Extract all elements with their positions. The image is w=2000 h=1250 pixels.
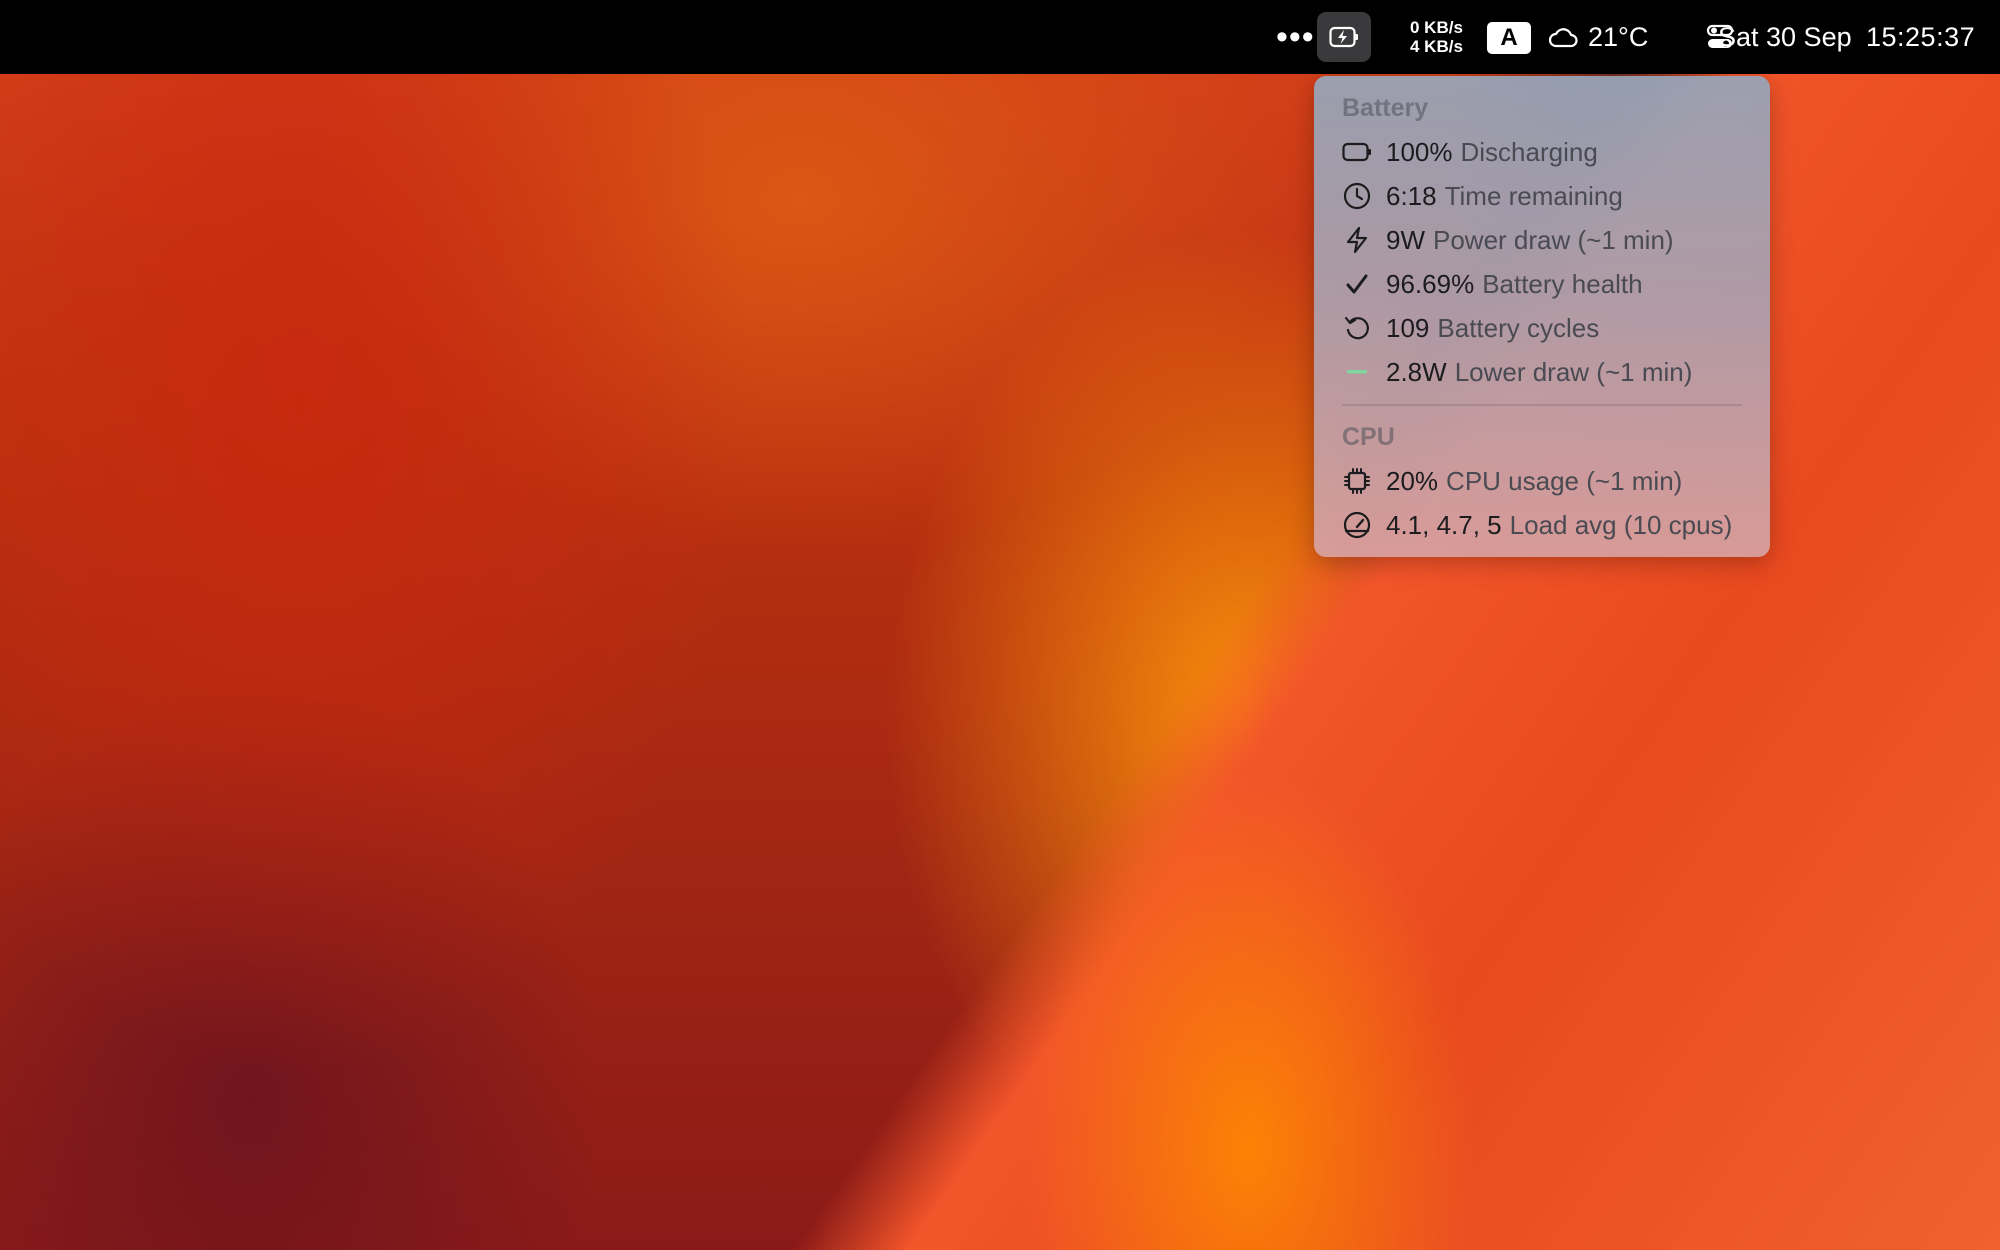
menubar-date[interactable]: Sat 30 Sep bbox=[1718, 0, 1852, 74]
network-speed-widget[interactable]: 0 KB/s 4 KB/s bbox=[1410, 0, 1463, 74]
battery-row-cycles: 109 Battery cycles bbox=[1342, 310, 1599, 346]
battery-row-time-remaining: 6:18 Time remaining bbox=[1342, 178, 1623, 214]
battery-charging-icon bbox=[1329, 26, 1359, 48]
dash-icon bbox=[1342, 357, 1372, 387]
cpu-section-title: CPU bbox=[1342, 423, 1395, 451]
net-up-speed: 4 KB/s bbox=[1410, 37, 1463, 56]
cycle-icon bbox=[1342, 313, 1372, 343]
row-label: Battery health bbox=[1482, 268, 1643, 299]
battery-icon bbox=[1342, 137, 1372, 167]
battery-row-charge: 100% Discharging bbox=[1342, 134, 1598, 170]
row-value: 96.69% bbox=[1386, 268, 1475, 299]
battery-status-popover: Battery 100% Discharging 6:18 Time remai… bbox=[1314, 76, 1770, 557]
gauge-icon bbox=[1342, 510, 1372, 540]
row-value: 9W bbox=[1386, 224, 1425, 255]
chip-icon bbox=[1342, 466, 1372, 496]
row-label: Lower draw (~1 min) bbox=[1454, 356, 1693, 387]
ellipsis-icon[interactable]: ••• bbox=[1276, 0, 1315, 74]
row-value: 109 bbox=[1386, 312, 1430, 343]
cpu-row-usage: 20% CPU usage (~1 min) bbox=[1342, 463, 1682, 499]
checkmark-icon bbox=[1342, 269, 1372, 299]
row-label: Battery cycles bbox=[1437, 312, 1600, 343]
row-value: 2.8W bbox=[1386, 356, 1447, 387]
weather-widget[interactable]: 21°C bbox=[1548, 0, 1648, 74]
bolt-icon bbox=[1342, 225, 1372, 255]
row-label: Power draw (~1 min) bbox=[1433, 224, 1674, 255]
row-label: CPU usage (~1 min) bbox=[1446, 465, 1683, 496]
input-source-indicator[interactable]: A bbox=[1487, 22, 1531, 54]
battery-row-health: 96.69% Battery health bbox=[1342, 266, 1643, 302]
row-value: 100% bbox=[1386, 136, 1453, 167]
row-label: Load avg (10 cpus) bbox=[1509, 509, 1733, 540]
battery-section-title: Battery bbox=[1342, 94, 1429, 122]
menubar-clock[interactable]: 15:25:37 bbox=[1866, 0, 1975, 74]
battery-row-power-draw: 9W Power draw (~1 min) bbox=[1342, 222, 1674, 258]
row-label: Discharging bbox=[1460, 136, 1598, 167]
clock-icon bbox=[1342, 181, 1372, 211]
battery-menu-button[interactable] bbox=[1317, 12, 1371, 62]
section-divider bbox=[1342, 404, 1742, 406]
row-value: 4.1, 4.7, 5 bbox=[1386, 509, 1502, 540]
cloud-icon bbox=[1548, 26, 1578, 48]
battery-row-lower-draw: 2.8W Lower draw (~1 min) bbox=[1342, 354, 1692, 390]
row-label: Time remaining bbox=[1444, 180, 1623, 211]
net-down-speed: 0 KB/s bbox=[1410, 18, 1463, 37]
row-value: 6:18 bbox=[1386, 180, 1437, 211]
row-value: 20% bbox=[1386, 465, 1439, 496]
cpu-row-load-avg: 4.1, 4.7, 5 Load avg (10 cpus) bbox=[1342, 507, 1732, 543]
menu-bar: ••• 0 KB/s 4 KB/s A 21°C Sat 30 Sep 15:2… bbox=[0, 0, 2000, 74]
temperature-label: 21°C bbox=[1588, 21, 1649, 52]
